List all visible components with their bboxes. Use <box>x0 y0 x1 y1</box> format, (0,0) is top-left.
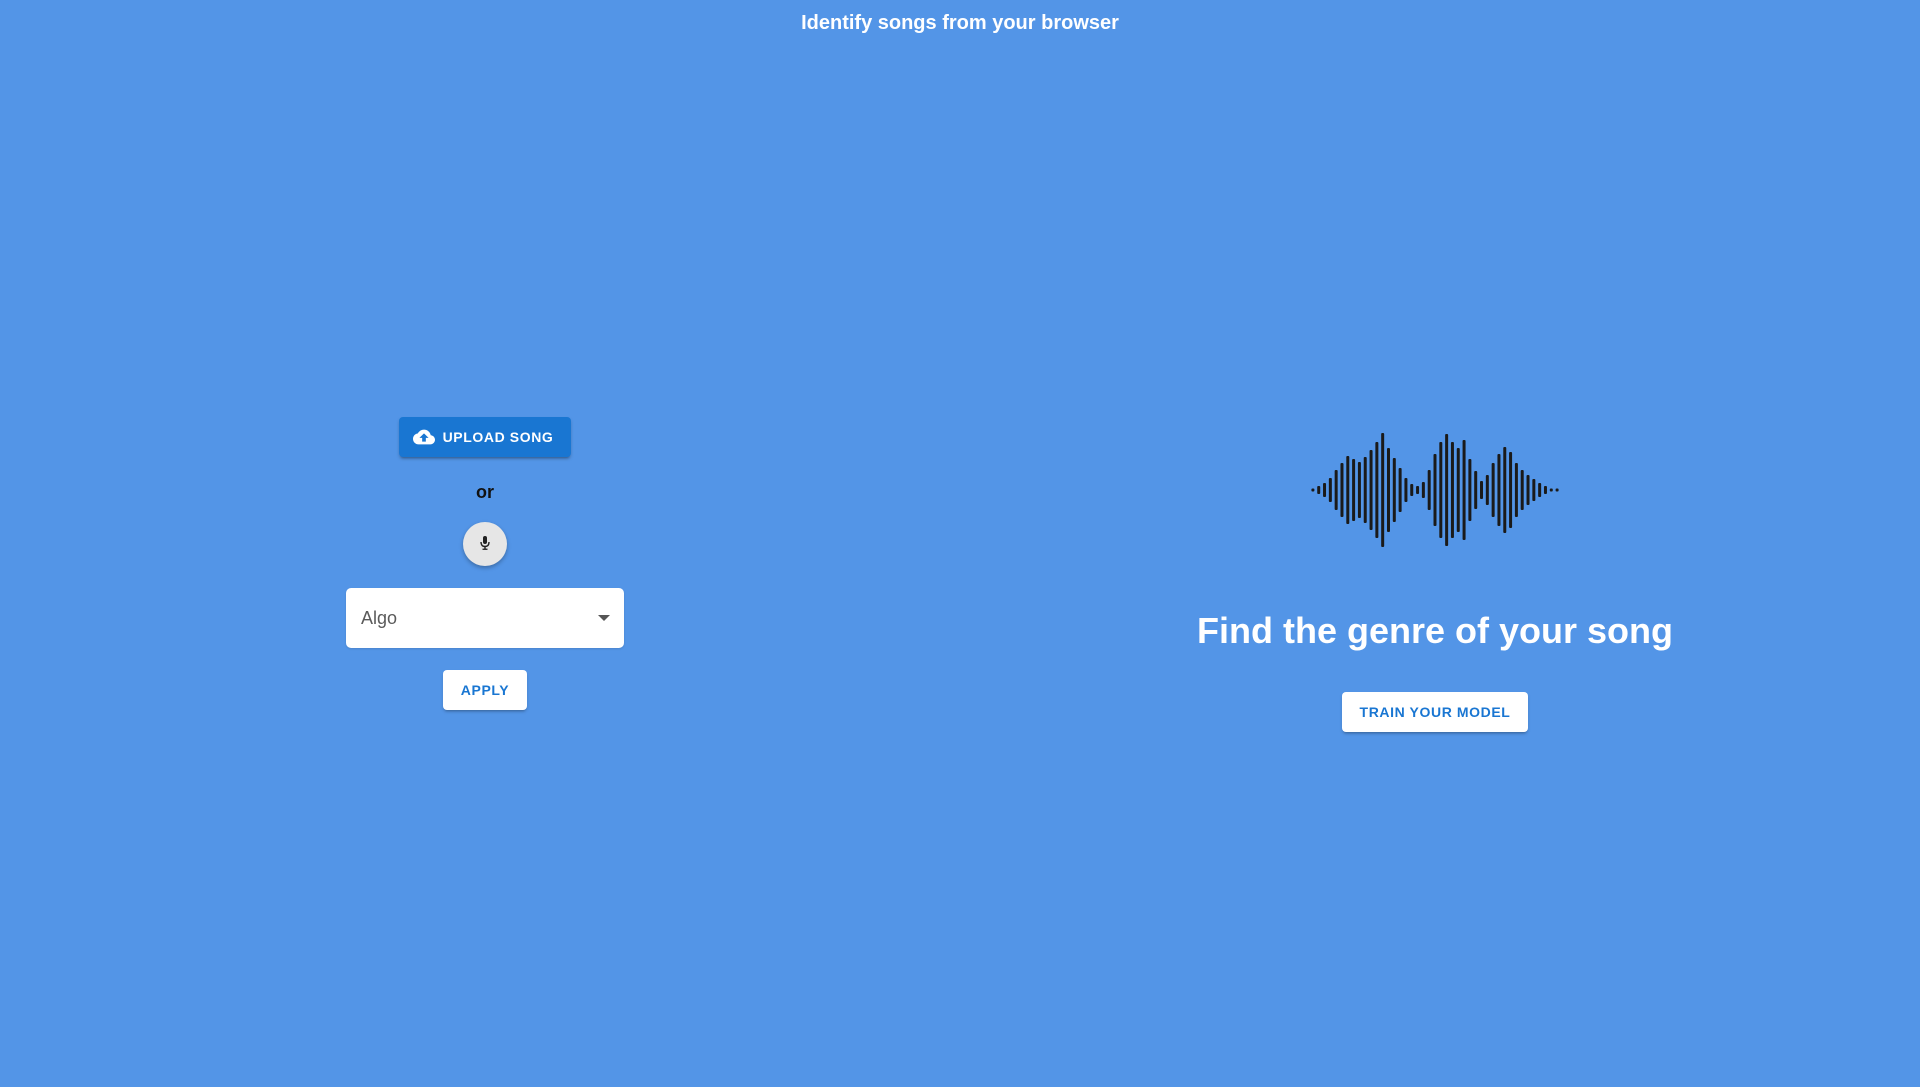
page-title: Identify songs from your browser <box>801 12 1119 34</box>
algo-select-placeholder: Algo <box>361 607 398 628</box>
wave-bar <box>1543 486 1547 494</box>
wave-bar <box>1357 462 1361 518</box>
wave-bar <box>1427 470 1431 510</box>
upload-song-button[interactable]: UPLOAD SONG <box>398 417 572 457</box>
chevron-down-icon <box>598 615 610 621</box>
wave-bar <box>1392 458 1396 522</box>
wave-bar <box>1474 471 1478 509</box>
wave-bar <box>1416 486 1420 494</box>
wave-bar <box>1468 459 1472 521</box>
train-model-button[interactable]: TRAIN YOUR MODEL <box>1341 692 1529 732</box>
wave-bar <box>1456 448 1460 532</box>
record-button[interactable] <box>463 522 507 566</box>
wave-bar <box>1334 470 1338 510</box>
genre-panel: Find the genre of your song TRAIN YOUR M… <box>1100 432 1770 732</box>
wave-bar <box>1410 484 1414 496</box>
wave-bar <box>1480 481 1484 499</box>
wave-bar <box>1328 478 1332 502</box>
wave-bar <box>1445 434 1449 546</box>
wave-bar <box>1532 479 1536 501</box>
apply-button[interactable]: APPLY <box>442 670 528 710</box>
wave-bar <box>1404 478 1408 502</box>
wave-bar <box>1363 457 1367 523</box>
wave-bar <box>1450 442 1454 538</box>
wave-bar <box>1398 468 1402 512</box>
cloud-upload-icon <box>412 429 435 445</box>
or-separator: or <box>476 482 494 502</box>
wave-bar <box>1514 463 1518 517</box>
wave-bar <box>1439 442 1443 538</box>
wave-bar <box>1381 433 1385 547</box>
microphone-icon <box>480 535 490 553</box>
algo-select[interactable]: Algo <box>346 588 624 648</box>
wave-bar <box>1555 488 1559 492</box>
wave-bar <box>1433 454 1437 526</box>
wave-bar <box>1497 454 1501 526</box>
wave-bar <box>1491 463 1495 517</box>
wave-bar <box>1311 488 1315 492</box>
wave-bar <box>1369 450 1373 530</box>
wave-bar <box>1386 448 1390 532</box>
wave-bar <box>1485 475 1489 505</box>
wave-bar <box>1375 442 1379 538</box>
headline: Find the genre of your song <box>1197 610 1673 651</box>
wave-bar <box>1503 447 1507 533</box>
upload-panel: UPLOAD SONG or Algo APPLY <box>345 417 625 710</box>
sound-wave-icon <box>1311 433 1559 547</box>
wave-bar <box>1526 475 1530 505</box>
wave-bar <box>1352 459 1356 521</box>
wave-bar <box>1509 452 1513 528</box>
wave-bar <box>1346 456 1350 524</box>
wave-bar <box>1538 483 1542 497</box>
upload-song-label: UPLOAD SONG <box>442 429 554 445</box>
wave-bar <box>1317 486 1321 494</box>
wave-bar <box>1323 483 1327 497</box>
wave-bar <box>1549 488 1553 492</box>
wave-bar <box>1462 440 1466 540</box>
wave-bar <box>1340 463 1344 517</box>
wave-bar <box>1421 482 1425 498</box>
wave-bar <box>1520 470 1524 510</box>
